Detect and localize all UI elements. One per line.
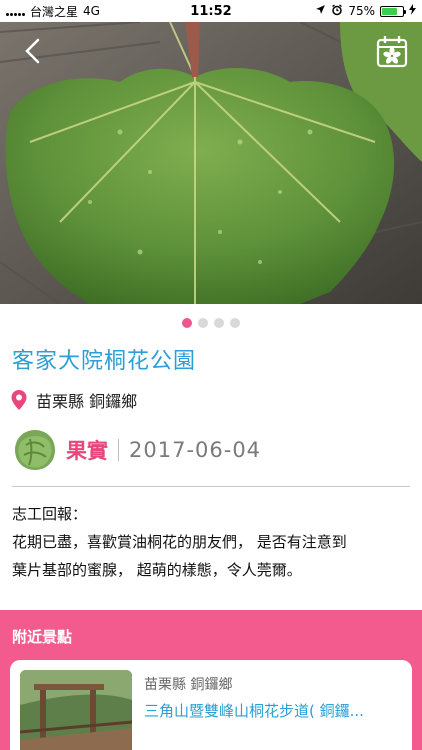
battery-percent: 75% (348, 4, 375, 18)
pager-dot[interactable] (214, 318, 224, 328)
nearby-location: 苗栗縣 銅鑼鄉 (144, 677, 233, 693)
photo-carousel[interactable] (0, 22, 422, 304)
carrier-name: 台灣之星 (30, 4, 79, 19)
alarm-icon (331, 3, 343, 19)
stage-separator (118, 439, 119, 461)
calendar-flower-icon (376, 36, 408, 68)
report-heading: 志工回報： (12, 505, 88, 523)
nearby-title: 附近景點 (12, 628, 73, 646)
calendar-button[interactable] (376, 34, 408, 68)
nearby-card[interactable]: 苗栗縣 銅鑼鄉 三角山暨雙峰山桐花步道( 銅鑼... (10, 660, 412, 750)
fruit-icon (15, 430, 55, 470)
report-line: 葉片基部的蜜腺， 超萌的樣態，令人莞爾。 (12, 561, 302, 579)
page-title: 客家大院桐花公園 (12, 349, 197, 374)
pager-dot[interactable] (198, 318, 208, 328)
report-line: 花期已盡，喜歡賞油桐花的朋友們， 是否有注意到 (12, 533, 347, 551)
pager-dot[interactable] (230, 318, 240, 328)
network-type: 4G (83, 4, 100, 18)
leaf-photo (0, 22, 422, 304)
volunteer-report: 志工回報： 花期已盡，喜歡賞油桐花的朋友們， 是否有注意到 葉片基部的蜜腺， 超… (12, 500, 412, 584)
chevron-left-icon (25, 38, 40, 64)
charging-bolt-icon (409, 4, 416, 18)
battery-icon (380, 5, 406, 17)
map-pin-icon (11, 390, 27, 410)
stage-label: 果實 (66, 439, 108, 463)
location-text: 苗栗縣 銅鑼鄉 (36, 392, 138, 411)
location-arrow-icon (315, 4, 326, 18)
stage-row: 果實 2017-06-04 (12, 425, 261, 475)
stage-date: 2017-06-04 (129, 438, 262, 462)
location-row: 苗栗縣 銅鑼鄉 (10, 388, 137, 412)
nearby-section: 附近景點 苗栗縣 銅鑼鄉 三角山暨雙峰山桐花步道( 銅鑼... (0, 610, 422, 750)
nearby-name[interactable]: 三角山暨雙峰山桐花步道( 銅鑼... (144, 700, 364, 721)
back-button[interactable] (20, 36, 44, 66)
pager-dot[interactable] (182, 318, 192, 328)
signal-icon (6, 7, 25, 16)
status-bar: 台灣之星 4G 11:52 75% (0, 0, 422, 22)
carousel-pager (0, 318, 422, 328)
divider (12, 486, 410, 487)
nearby-thumbnail (20, 670, 132, 750)
